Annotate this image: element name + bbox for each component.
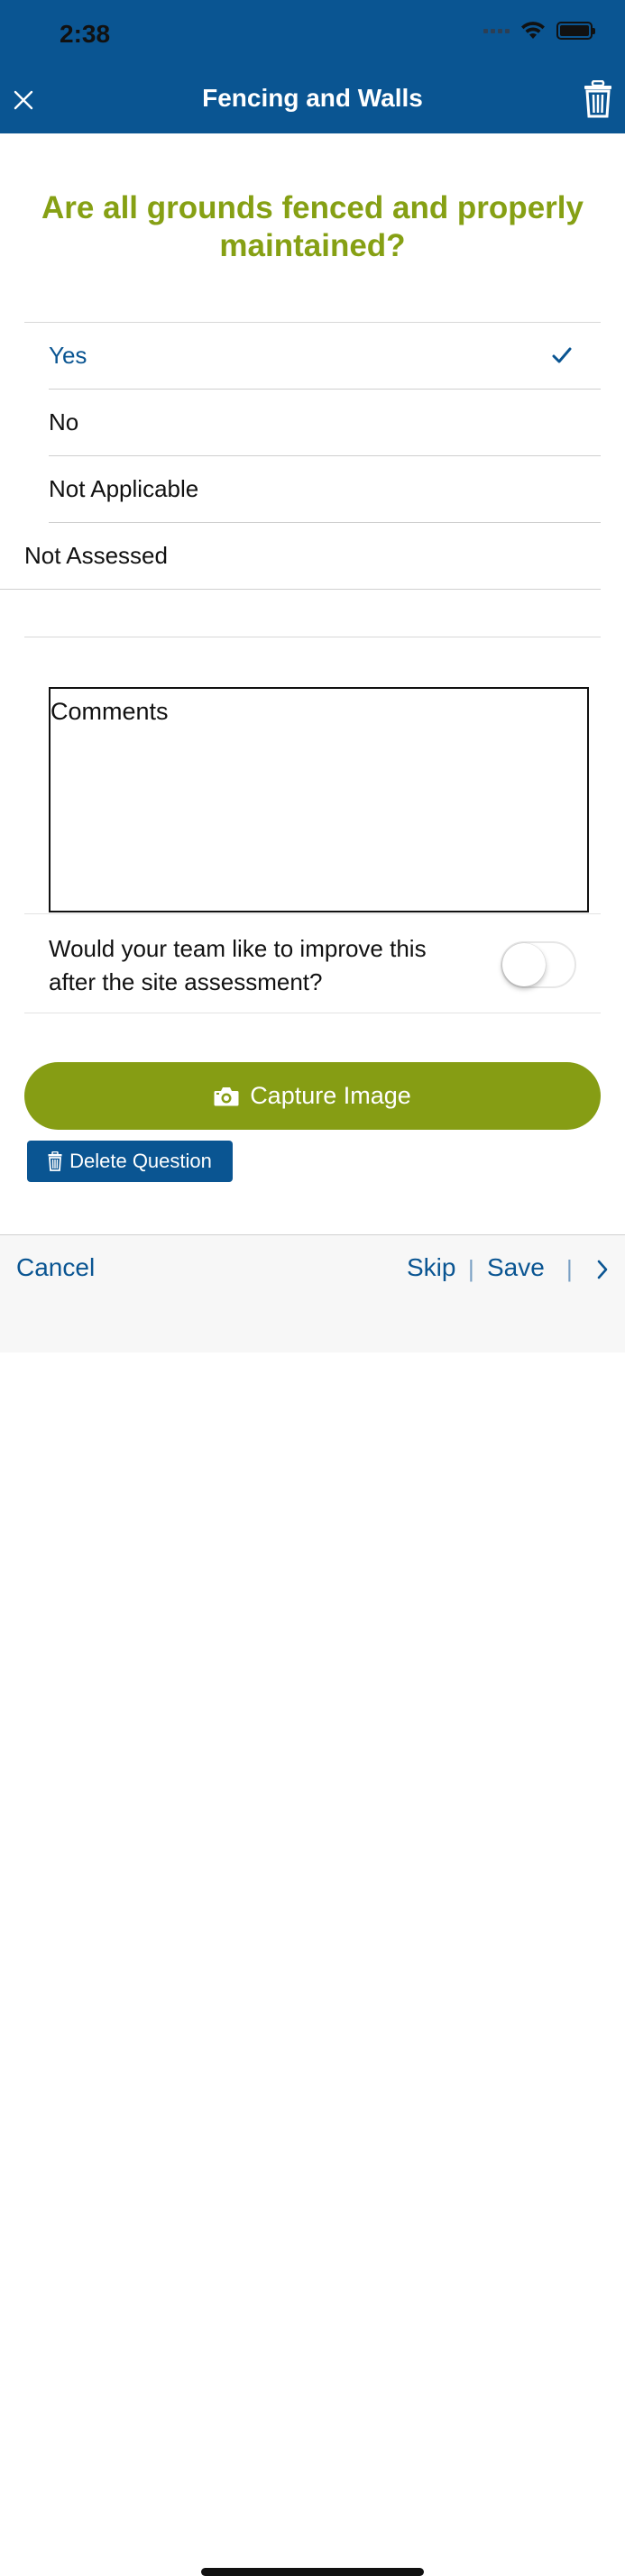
cellular-signal-icon: [483, 28, 510, 33]
toolbar-separator: |: [566, 1255, 573, 1282]
option-not-applicable[interactable]: Not Applicable: [49, 456, 601, 523]
camera-icon: [214, 1086, 239, 1105]
skip-button[interactable]: Skip: [407, 1253, 455, 1282]
trash-icon: [48, 1151, 62, 1171]
improve-row: Would your team like to improve this aft…: [24, 913, 601, 1013]
battery-icon: [556, 22, 595, 40]
save-button[interactable]: Save: [487, 1253, 545, 1282]
status-time: 2:38: [60, 20, 111, 48]
wifi-icon: [521, 22, 545, 39]
delete-question-button[interactable]: Delete Question: [27, 1141, 233, 1182]
checkmark-icon: [552, 347, 572, 363]
chevron-right-icon[interactable]: [595, 1259, 610, 1280]
toggle-knob: [502, 943, 546, 986]
option-yes[interactable]: Yes: [49, 323, 601, 390]
capture-image-label: Capture Image: [250, 1082, 411, 1109]
improve-toggle[interactable]: [501, 941, 576, 988]
status-bar: 2:38: [0, 0, 625, 68]
home-indicator: [201, 2568, 424, 2576]
delete-question-label: Delete Question: [69, 1150, 212, 1172]
option-no[interactable]: No: [49, 390, 601, 456]
answer-options: Yes No Not Applicable Not Assessed: [0, 322, 601, 590]
option-label: Yes: [49, 342, 87, 369]
option-label: No: [49, 408, 79, 435]
option-label: Not Applicable: [49, 475, 199, 502]
question-text: Are all grounds fenced and properly main…: [41, 190, 584, 263]
toolbar-separator: |: [468, 1255, 474, 1282]
trash-icon[interactable]: [584, 80, 612, 118]
capture-image-button[interactable]: Capture Image: [24, 1062, 601, 1130]
bottom-toolbar: Cancel Skip | Save |: [0, 1234, 625, 2576]
option-label: Not Assessed: [24, 542, 168, 569]
comments-field[interactable]: Comments: [49, 687, 589, 912]
nav-bar: Fencing and Walls: [0, 68, 625, 133]
cancel-button[interactable]: Cancel: [16, 1253, 95, 1282]
page-title: Fencing and Walls: [202, 84, 423, 112]
option-not-assessed[interactable]: Not Assessed: [0, 523, 601, 590]
improve-question: Would your team like to improve this aft…: [49, 935, 427, 995]
comments-placeholder: Comments: [51, 698, 169, 725]
status-icons: [483, 22, 595, 40]
